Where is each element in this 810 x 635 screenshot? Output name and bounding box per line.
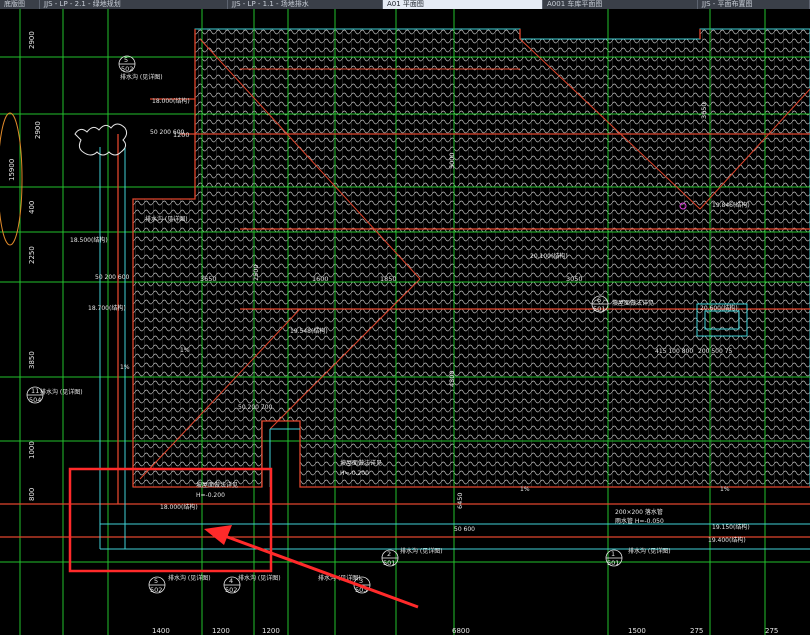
- bottom-dim-3: 1200: [262, 627, 280, 635]
- note-roof: 坡屋面做法详见: [612, 299, 654, 307]
- dim-15900: 15900: [8, 159, 16, 181]
- document-tab-bar: 底版图 JJS - LP - 2.1 - 绿地规划 JJS - LP - 1.1…: [0, 0, 810, 9]
- callout-5-top: 5: [124, 56, 128, 64]
- callout-5-bottom: 5: [154, 577, 158, 585]
- callout-3: 3: [359, 577, 363, 585]
- callout-2: 2: [387, 550, 391, 558]
- callout-501-a: 501: [383, 559, 395, 567]
- percent-1: 1%: [180, 347, 190, 354]
- note-pipe-2: 雨水管 H=-0.050: [615, 517, 664, 525]
- cad-drawing-canvas[interactable]: 2900 2900 15900 400 2250 3850 1000 800 1…: [0, 9, 810, 635]
- dim-3850: 3850: [28, 351, 36, 369]
- left-dimensions: 2900 2900 15900 400 2250 3850 1000 800: [8, 31, 42, 501]
- percent-2: 1%: [520, 486, 530, 493]
- dim-3650-right: 3650: [700, 102, 708, 119]
- callout-6: 6: [597, 296, 601, 304]
- elev-label-1: 18.000(结构): [152, 97, 190, 105]
- dim-400: 400: [28, 201, 36, 214]
- note-bottom-2: 排水沟 (见详图): [628, 547, 671, 555]
- note-roof-3: 坡屋面做法详见: [196, 481, 238, 489]
- dim-2900b: 2900: [34, 121, 42, 139]
- dim-3050: 3050: [566, 275, 583, 283]
- dim-1000: 1000: [28, 441, 36, 459]
- elev-label-9: 19.400(结构): [708, 536, 746, 544]
- elev-label-3: 18.700(结构): [88, 304, 126, 312]
- tab-4-active[interactable]: A01 平面图: [383, 0, 543, 9]
- small-dim-d: 200 500 75: [698, 348, 733, 355]
- bottom-dimensions: 1400 1200 1200 6800 1500 275 275: [152, 627, 778, 635]
- elev-label-5: 19.846(结构): [712, 201, 750, 209]
- percent-4: 1%: [120, 364, 130, 371]
- tab-3[interactable]: JJS - LP - 1.1 - 场地排水: [228, 0, 383, 9]
- dim-2500: 2500: [252, 264, 260, 281]
- note-gutter-left: 排水沟 (见详图): [40, 388, 83, 396]
- callout-501-b: 501: [607, 559, 619, 567]
- callout-501-mid: 501: [593, 305, 605, 313]
- tab-6[interactable]: JJS - 平面布置图: [698, 0, 810, 9]
- tab-5[interactable]: A001 车库平面图: [543, 0, 698, 9]
- dim-6450: 6450: [456, 492, 464, 509]
- elev-label-6: 20.600(结构): [700, 304, 738, 312]
- small-dim-e: 50 200 700: [238, 404, 273, 411]
- dim-1850: 1850: [380, 275, 397, 283]
- tab-1[interactable]: 底版图: [0, 0, 40, 9]
- bottom-dim-7: 275: [765, 627, 778, 635]
- bottom-dim-6: 275: [690, 627, 703, 635]
- small-dim-c: 415 100 800: [655, 348, 693, 355]
- elev-label-2: 18.500(结构): [70, 236, 108, 244]
- note-pipe: 200×200 落水管: [615, 508, 663, 516]
- note-gutter-mid: 排水沟 (见详图): [145, 215, 188, 223]
- bottom-dim-1: 1400: [152, 627, 170, 635]
- bottom-dim-4: 6800: [452, 627, 470, 635]
- callout-4: 4: [229, 577, 233, 585]
- callout-11: 11: [31, 387, 39, 395]
- callout-502-b: 502: [150, 586, 162, 594]
- bottom-dim-5: 1500: [628, 627, 646, 635]
- revision-cloud: [74, 123, 128, 156]
- small-dim-f: 50 600: [454, 526, 475, 533]
- note-bottom-4: 排水沟 (见详图): [238, 574, 281, 582]
- dim-1200: 1200: [173, 131, 190, 139]
- dim-4300: 4300: [448, 370, 456, 387]
- note-gutter-top: 排水沟 (见详图): [120, 73, 163, 81]
- tab-2[interactable]: JJS - LP - 2.1 - 绿地规划: [40, 0, 228, 9]
- small-dim-b: 50 200 600: [95, 274, 130, 281]
- elev-label-7: 19.548(结构): [290, 327, 328, 335]
- note-slope-2: H=-0.200: [196, 492, 225, 499]
- dim-1600: 1600: [312, 275, 329, 283]
- note-bottom-3: 排水沟 (见详图): [168, 574, 211, 582]
- callout-1: 1: [611, 550, 615, 558]
- dim-2250: 2250: [28, 246, 36, 264]
- note-bottom-1: 排水沟 (见详图): [400, 547, 443, 555]
- elev-label-4: 20.100(结构): [530, 252, 568, 260]
- dim-800: 800: [28, 488, 36, 501]
- dim-3650-left: 3650: [200, 275, 217, 283]
- elev-label-8: 19.150(结构): [712, 523, 750, 531]
- callout-504: 504: [29, 396, 41, 404]
- elev-label-10: 18.000(结构): [160, 503, 198, 511]
- dim-2900: 2900: [28, 31, 36, 49]
- callout-502-c: 502: [225, 586, 237, 594]
- percent-3: 1%: [720, 486, 730, 493]
- roof-tile-area: [132, 28, 810, 488]
- bottom-dim-2: 1200: [212, 627, 230, 635]
- dim-5000: 5000: [448, 152, 456, 169]
- note-roof-2: 坡屋面做法详见: [340, 459, 382, 467]
- note-slope-1: H=-0.200: [340, 470, 369, 477]
- callout-502-top: 502: [121, 65, 133, 73]
